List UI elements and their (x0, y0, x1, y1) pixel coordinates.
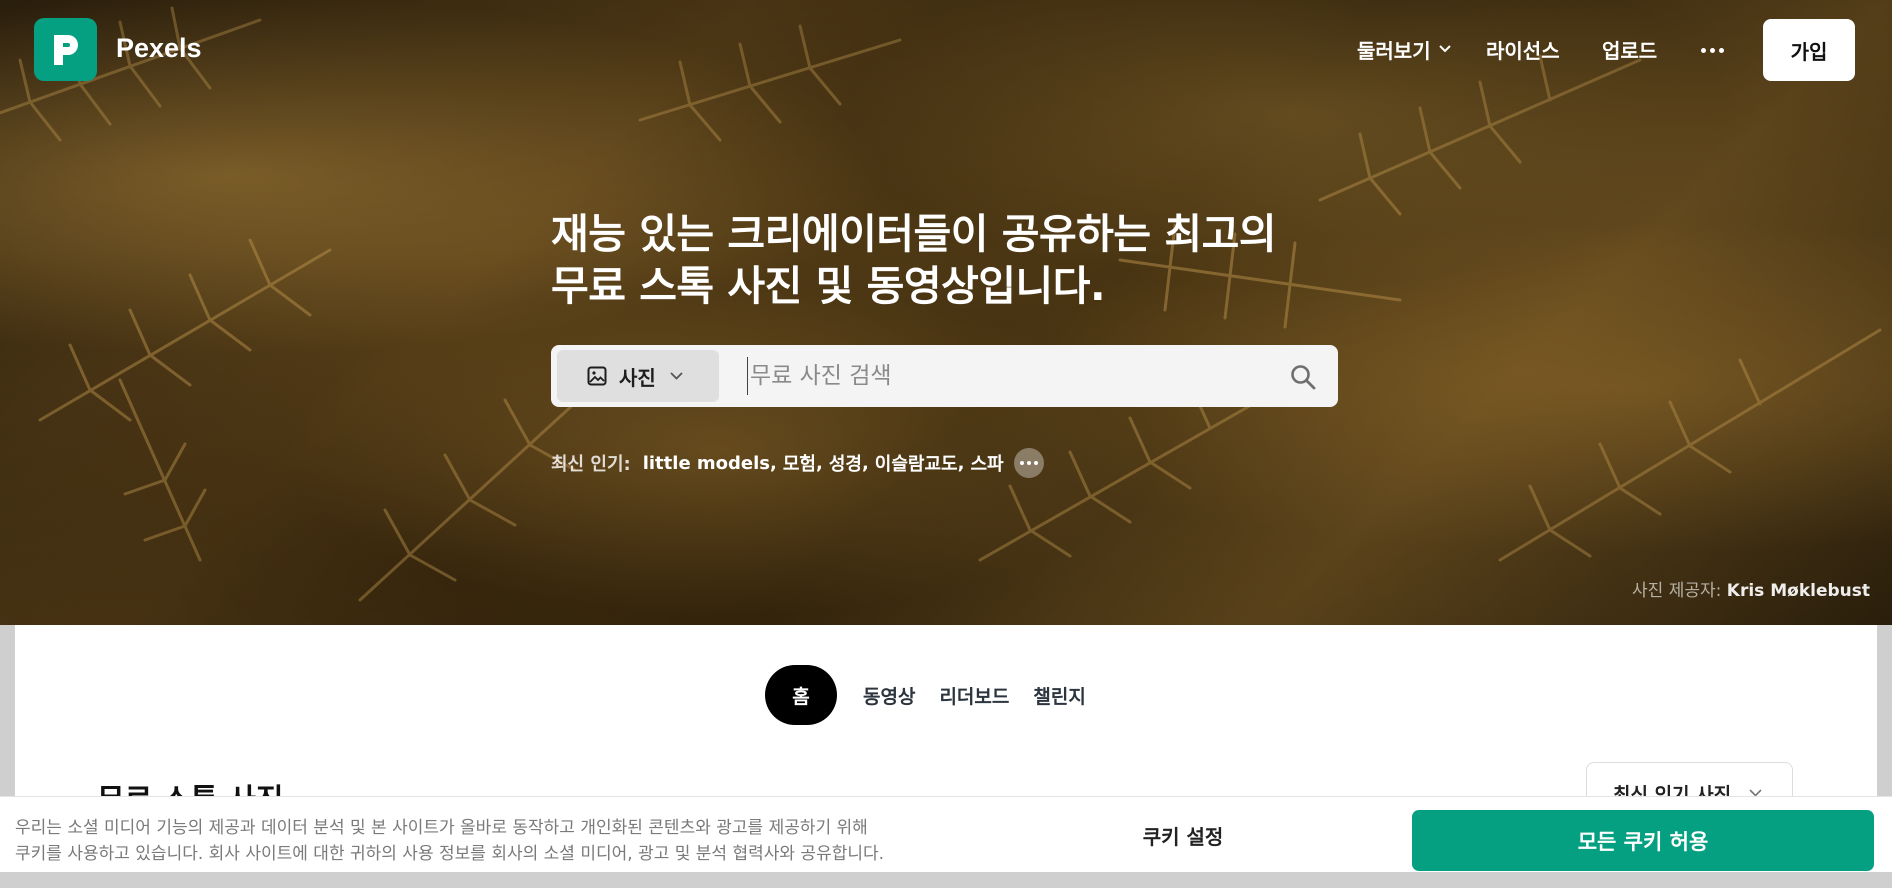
nav-license-link[interactable]: 라이선스 (1486, 34, 1560, 64)
hero-headline-line1: 재능 있는 크리에이터들이 공유하는 최고의 (551, 210, 1277, 258)
search-type-dropdown[interactable]: 사진 (557, 350, 719, 402)
join-button[interactable]: 가입 (1763, 19, 1855, 81)
tab-home[interactable]: 홈 (765, 665, 837, 725)
cookie-text-line2: 쿠키를 사용하고 있습니다. 회사 사이트에 대한 귀하의 사용 정보를 회사의… (15, 844, 885, 864)
search-input[interactable] (747, 357, 1267, 395)
chevron-down-icon (670, 372, 683, 380)
trending-tag[interactable]: 스파 (970, 450, 1003, 476)
more-options-icon[interactable] (1698, 36, 1726, 64)
trending-tag[interactable]: 이슬람교도 (875, 450, 958, 476)
cookie-banner: 우리는 소셜 미디어 기능의 제공과 데이터 분석 및 본 사이트가 올바로 동… (0, 796, 1892, 872)
cookie-settings-button[interactable]: 쿠키 설정 (1108, 797, 1258, 873)
trending-tag[interactable]: little models (643, 453, 770, 474)
hero-headline: 재능 있는 크리에이터들이 공유하는 최고의 무료 스톡 사진 및 동영상입니다… (551, 208, 1351, 312)
hero-banner (0, 0, 1892, 625)
cookie-notice-text: 우리는 소셜 미디어 기능의 제공과 데이터 분석 및 본 사이트가 올바로 동… (15, 815, 975, 867)
tab-challenges[interactable]: 챌린지 (1021, 682, 1097, 709)
pexels-logo-icon (53, 34, 78, 65)
accept-all-cookies-button[interactable]: 모든 쿠키 허용 (1412, 810, 1874, 871)
nav-upload-link[interactable]: 업로드 (1602, 34, 1657, 64)
more-trending-icon[interactable] (1013, 448, 1044, 478)
nav-explore-menu[interactable]: 둘러보기 (1357, 34, 1451, 64)
brand-name[interactable]: Pexels (116, 33, 202, 64)
trending-searches: 최신 인기: little models, 모험, 성경, 이슬람교도, 스파 (551, 448, 1044, 478)
trending-tag[interactable]: 모험 (783, 450, 816, 476)
content-tabs: 홈 동영상 리더보드 챌린지 (765, 665, 1098, 725)
trending-tag[interactable]: 성경 (829, 450, 862, 476)
chevron-down-icon (1438, 41, 1451, 57)
cookie-text-line1: 우리는 소셜 미디어 기능의 제공과 데이터 분석 및 본 사이트가 올바로 동… (15, 818, 868, 838)
search-icon[interactable] (1287, 361, 1319, 393)
photo-credit-author[interactable]: Kris Møklebust (1727, 581, 1870, 601)
trending-label: 최신 인기: (551, 454, 631, 475)
tab-leaderboard[interactable]: 리더보드 (927, 682, 1021, 709)
image-icon (587, 366, 607, 386)
hero-headline-line2: 무료 스톡 사진 및 동영상입니다. (551, 262, 1106, 310)
nav-explore-label: 둘러보기 (1357, 38, 1431, 63)
search-bar: 사진 (551, 345, 1338, 407)
search-type-label: 사진 (619, 365, 656, 390)
pexels-logo[interactable] (34, 18, 97, 81)
tab-videos[interactable]: 동영상 (851, 682, 927, 709)
photo-credit: 사진 제공자: Kris Møklebust (1632, 576, 1870, 601)
photo-credit-prefix: 사진 제공자: (1632, 581, 1722, 601)
